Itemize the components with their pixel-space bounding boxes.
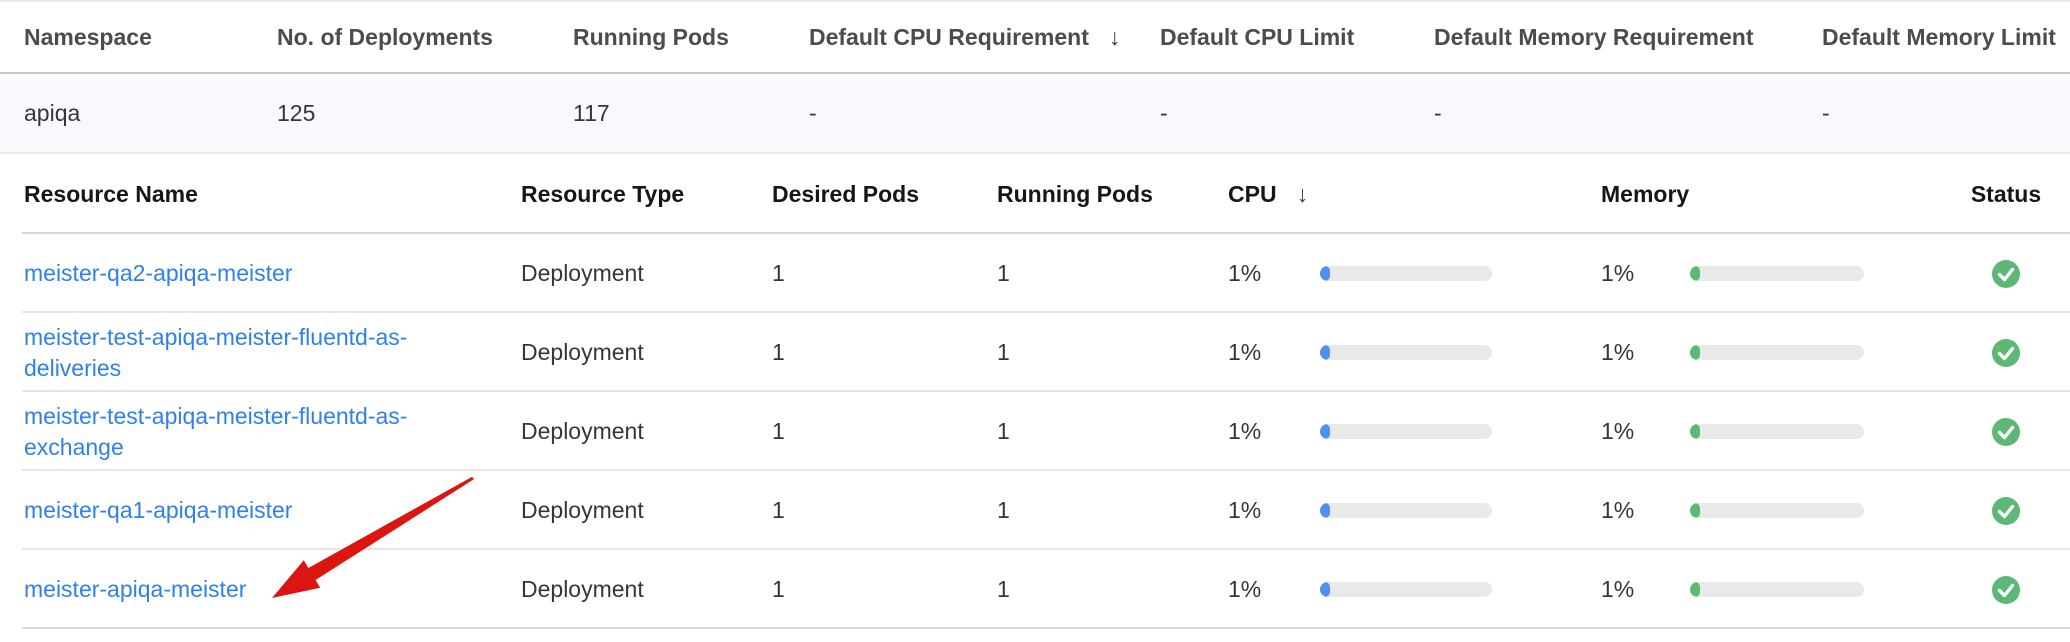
- resource-name-link[interactable]: meister-qa1-apiqa-meister: [24, 495, 292, 526]
- memory-percent-value: 1%: [1601, 497, 1690, 524]
- col-header-running-pods-resources[interactable]: Running Pods: [997, 181, 1228, 208]
- status-success-icon: [1992, 576, 2020, 604]
- namespace-row-apiqa[interactable]: apiqa 125 117 - - - -: [0, 74, 2070, 154]
- cpu-usage-bar: [1320, 345, 1492, 360]
- resource-type: Deployment: [521, 339, 772, 366]
- namespace-deployments-count: 125: [277, 100, 573, 127]
- memory-usage-bar-fill: [1690, 582, 1700, 597]
- status-success-icon: [1992, 497, 2020, 525]
- resource-row: meister-qa2-apiqa-meister Deployment 1 1…: [0, 234, 2070, 313]
- memory-usage-bar: [1690, 266, 1864, 281]
- running-pods-value: 1: [997, 339, 1228, 366]
- namespace-default-memory-limit: -: [1822, 100, 2070, 127]
- memory-usage-bar: [1690, 345, 1864, 360]
- cpu-usage-bar-fill: [1320, 345, 1330, 360]
- col-header-default-memory-limit[interactable]: Default Memory Limit: [1822, 24, 2070, 51]
- cpu-usage-bar: [1320, 424, 1492, 439]
- resources-table-header-row: Resource Name Resource Type Desired Pods…: [0, 154, 2070, 234]
- status-success-icon: [1992, 260, 2020, 288]
- col-header-resource-type[interactable]: Resource Type: [521, 181, 772, 208]
- namespace-summary-table: Namespace No. of Deployments Running Pod…: [0, 0, 2070, 154]
- running-pods-value: 1: [997, 497, 1228, 524]
- memory-usage-bar-fill: [1690, 266, 1700, 281]
- col-header-memory[interactable]: Memory: [1601, 181, 1690, 208]
- running-pods-value: 1: [997, 260, 1228, 287]
- namespace-default-cpu-limit: -: [1160, 100, 1434, 127]
- resource-type: Deployment: [521, 418, 772, 445]
- cpu-usage-bar-fill: [1320, 503, 1330, 518]
- memory-usage-bar: [1690, 582, 1864, 597]
- col-header-status[interactable]: Status: [1942, 181, 2070, 208]
- resource-type: Deployment: [521, 497, 772, 524]
- resource-type: Deployment: [521, 576, 772, 603]
- running-pods-value: 1: [997, 576, 1228, 603]
- memory-percent-value: 1%: [1601, 339, 1690, 366]
- namespace-running-pods-count: 117: [573, 100, 809, 127]
- cpu-usage-bar-fill: [1320, 424, 1330, 439]
- cpu-usage-bar: [1320, 503, 1492, 518]
- col-header-default-cpu-requirement-label: Default CPU Requirement: [809, 24, 1089, 50]
- sort-descending-icon[interactable]: ↓: [1297, 181, 1309, 208]
- memory-percent-value: 1%: [1601, 260, 1690, 287]
- memory-usage-bar: [1690, 503, 1864, 518]
- cpu-usage-bar: [1320, 582, 1492, 597]
- resource-name-link[interactable]: meister-qa2-apiqa-meister: [24, 258, 292, 289]
- cpu-percent-value: 1%: [1228, 418, 1320, 445]
- resource-type: Deployment: [521, 260, 772, 287]
- resources-table: Resource Name Resource Type Desired Pods…: [0, 154, 2070, 629]
- desired-pods-value: 1: [772, 576, 997, 603]
- status-success-icon: [1992, 339, 2020, 367]
- desired-pods-value: 1: [772, 418, 997, 445]
- resource-name-link[interactable]: meister-test-apiqa-meister-fluentd-as-de…: [24, 322, 419, 384]
- sort-descending-icon[interactable]: ↓: [1109, 24, 1121, 51]
- cpu-percent-value: 1%: [1228, 260, 1320, 287]
- namespace-name: apiqa: [24, 100, 277, 127]
- col-header-resource-name[interactable]: Resource Name: [24, 181, 521, 208]
- cpu-usage-bar-fill: [1320, 266, 1330, 281]
- namespace-default-cpu-requirement: -: [809, 100, 1160, 127]
- memory-usage-bar-fill: [1690, 503, 1700, 518]
- col-header-default-memory-requirement[interactable]: Default Memory Requirement: [1434, 24, 1822, 51]
- resource-name-link[interactable]: meister-test-apiqa-meister-fluentd-as-ex…: [24, 401, 419, 463]
- col-header-desired-pods[interactable]: Desired Pods: [772, 181, 997, 208]
- col-header-running-pods[interactable]: Running Pods: [573, 24, 809, 51]
- resource-name-link-meister-apiqa-meister[interactable]: meister-apiqa-meister: [24, 574, 246, 605]
- memory-usage-bar-fill: [1690, 345, 1700, 360]
- memory-usage-bar: [1690, 424, 1864, 439]
- col-header-default-cpu-requirement[interactable]: Default CPU Requirement ↓: [809, 24, 1160, 51]
- resource-row: meister-apiqa-meister Deployment 1 1 1% …: [0, 550, 2070, 629]
- desired-pods-value: 1: [772, 497, 997, 524]
- cpu-percent-value: 1%: [1228, 339, 1320, 366]
- memory-usage-bar-fill: [1690, 424, 1700, 439]
- namespace-detail-screen: Namespace No. of Deployments Running Pod…: [0, 0, 2070, 642]
- cpu-usage-bar: [1320, 266, 1492, 281]
- cpu-usage-bar-fill: [1320, 582, 1330, 597]
- desired-pods-value: 1: [772, 339, 997, 366]
- resource-row: meister-test-apiqa-meister-fluentd-as-de…: [0, 313, 2070, 392]
- memory-percent-value: 1%: [1601, 576, 1690, 603]
- col-header-cpu-label: CPU: [1228, 181, 1277, 207]
- running-pods-value: 1: [997, 418, 1228, 445]
- col-header-cpu[interactable]: CPU ↓: [1228, 181, 1320, 208]
- resource-row: meister-test-apiqa-meister-fluentd-as-ex…: [0, 392, 2070, 471]
- cpu-percent-value: 1%: [1228, 497, 1320, 524]
- namespace-table-header-row: Namespace No. of Deployments Running Pod…: [0, 2, 2070, 74]
- namespace-default-memory-requirement: -: [1434, 100, 1822, 127]
- resource-row: meister-qa1-apiqa-meister Deployment 1 1…: [0, 471, 2070, 550]
- col-header-namespace[interactable]: Namespace: [24, 24, 277, 51]
- col-header-default-cpu-limit[interactable]: Default CPU Limit: [1160, 24, 1434, 51]
- col-header-deployments[interactable]: No. of Deployments: [277, 24, 573, 51]
- cpu-percent-value: 1%: [1228, 576, 1320, 603]
- memory-percent-value: 1%: [1601, 418, 1690, 445]
- status-success-icon: [1992, 418, 2020, 446]
- desired-pods-value: 1: [772, 260, 997, 287]
